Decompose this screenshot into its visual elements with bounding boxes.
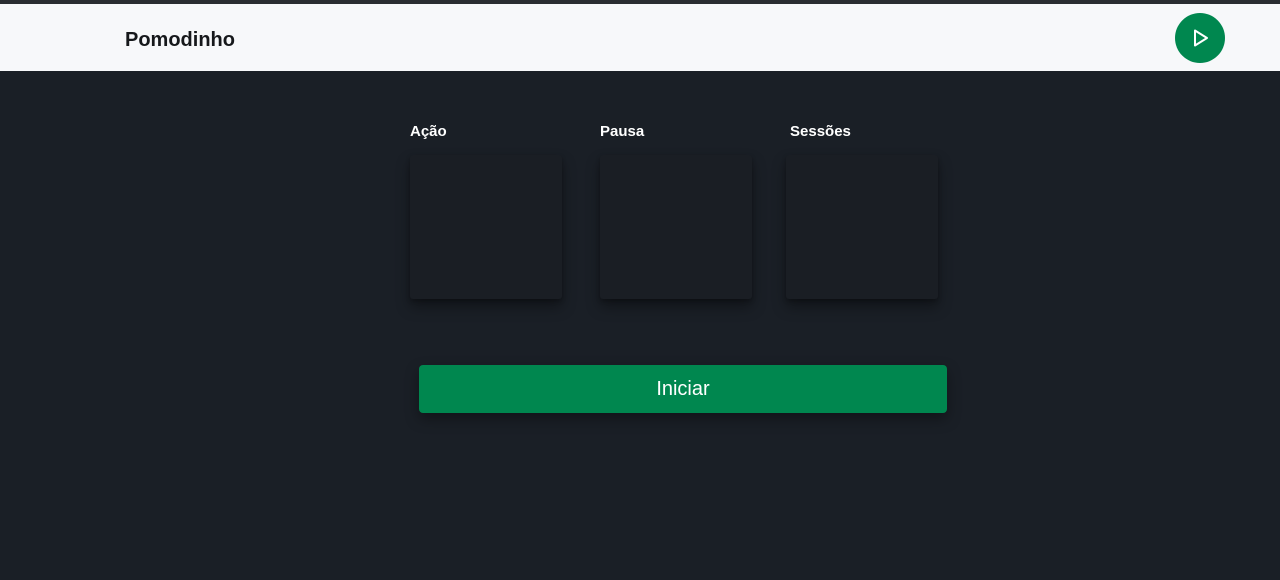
section-label-pausa: Pausa <box>600 123 645 140</box>
section-label-acao: Ação <box>410 123 447 140</box>
play-button[interactable] <box>1175 13 1225 63</box>
section-label-sessoes: Sessões <box>790 123 851 140</box>
section-acao: Ação <box>410 123 562 299</box>
app-title: Pomodinho <box>125 29 235 51</box>
acao-time-box <box>410 155 562 299</box>
navbar: Pomodinho <box>0 4 1280 71</box>
start-button[interactable]: Iniciar <box>419 365 947 413</box>
pausa-time-box <box>600 155 752 299</box>
play-icon <box>1189 27 1211 49</box>
section-sessoes: Sessões <box>786 123 942 299</box>
sessoes-count-box <box>786 155 938 299</box>
section-pausa: Pausa <box>600 123 752 299</box>
